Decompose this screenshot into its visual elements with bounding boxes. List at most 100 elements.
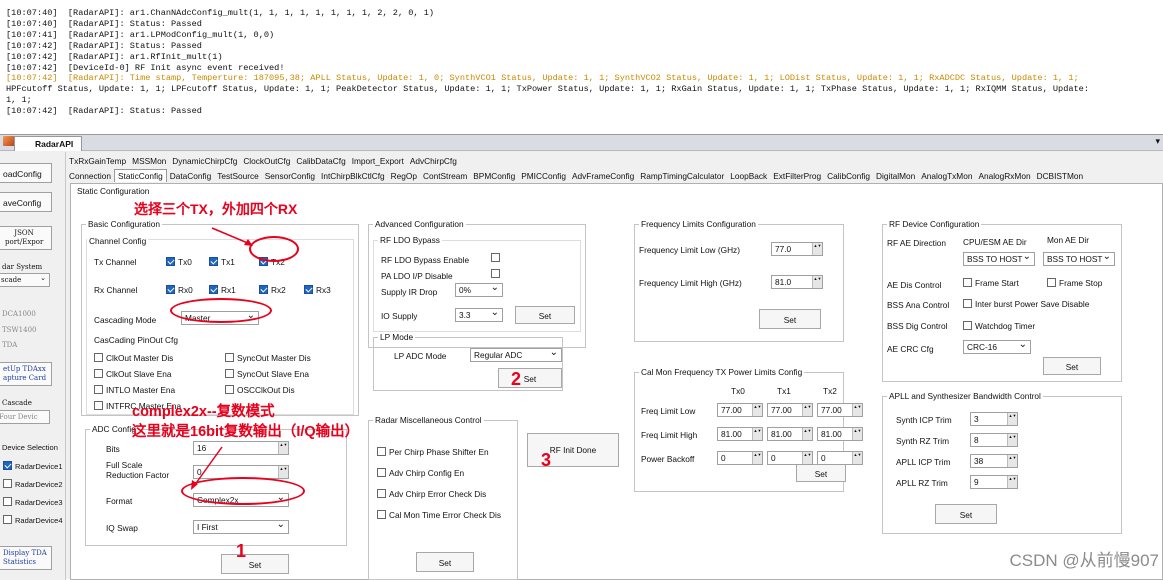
tab-import_export[interactable]: Import_Export [349,155,407,168]
tab-staticconfig[interactable]: StaticConfig [113,169,167,182]
pa-ldo-checkbox[interactable] [491,269,503,279]
tab-contstream[interactable]: ContStream [420,170,470,183]
rx0-checkbox[interactable]: Rx0 [166,285,193,295]
apll-input[interactable]: 8 [970,433,1018,447]
tab-radarapi[interactable]: RadarAPI [14,136,83,151]
rf-ldo-bypass-checkbox[interactable] [491,253,503,263]
device-checkbox-4[interactable]: RadarDevice4 [3,515,63,525]
load-config-button[interactable]: oadConfig [0,163,52,183]
tab-advchirpcfg[interactable]: AdvChirpCfg [407,155,460,168]
freq-set-button[interactable]: Set [759,309,821,329]
freq-low-input[interactable]: 77.0 [771,242,823,256]
tab-analogtxmon[interactable]: AnalogTxMon [918,170,975,183]
tab-txrxgaintemp[interactable]: TxRxGainTemp [66,155,129,168]
calmon-input[interactable]: 0 [717,451,763,465]
mon-ae-dir-select[interactable]: BSS TO HOST [1043,251,1115,266]
menu-arrow-icon[interactable]: ▾ [1155,136,1160,147]
bss-ana-label: BSS Ana Control [887,300,950,310]
json-import-export-button[interactable]: JSON port/Expor [0,226,52,250]
calmon-input[interactable]: 81.00 [817,427,863,441]
calmon-input[interactable]: 77.00 [767,403,813,417]
tab-extfilterprog[interactable]: ExtFilterProg [770,170,824,183]
misc-set-button[interactable]: Set [416,552,474,572]
calmon-input[interactable]: 77.00 [717,403,763,417]
tx0-checkbox[interactable]: Tx0 [166,257,192,267]
rfdev-set-button[interactable]: Set [1043,357,1101,375]
advanced-config-title: Advanced Configuration [373,219,466,229]
misc-checkbox-2[interactable]: Adv Chirp Error Check Dis [377,489,486,499]
tab-calibconfig[interactable]: CalibConfig [824,170,873,183]
tab-testsource[interactable]: TestSource [214,170,262,183]
apll-row-label: Synth RZ Trim [896,436,950,446]
log-text: 1, 1; [6,95,32,106]
advanced-set-button[interactable]: Set [515,306,575,324]
tab-clockoutcfg[interactable]: ClockOutCfg [240,155,293,168]
cascade-select[interactable]: scade ⌄ [0,273,50,287]
pa-ldo-disable-label: PA LDO I/P Disable [381,271,453,281]
interburst-checkbox[interactable]: Inter burst Power Save Disable [963,299,1089,309]
tab-dataconfig[interactable]: DataConfig [167,170,215,183]
setup-tda-button[interactable]: etUp TDAxx apture Card [0,362,52,386]
tab-ramptimingcalculator[interactable]: RampTimingCalculator [637,170,727,183]
tab-loopback[interactable]: LoopBack [727,170,770,183]
misc-checkbox-1[interactable]: Adv Chirp Config En [377,468,464,478]
tab-bpmconfig[interactable]: BPMConfig [470,170,518,183]
tab-digitalmon[interactable]: DigitalMon [873,170,918,183]
tab-connection[interactable]: Connection [66,170,114,183]
syncout-slave-ena-checkbox[interactable]: SyncOut Slave Ena [225,369,309,379]
apll-input[interactable]: 38 [970,454,1018,468]
device-checkbox-3[interactable]: RadarDevice3 [3,497,63,507]
apll-input[interactable]: 9 [970,475,1018,489]
watchdog-checkbox[interactable]: Watchdog Timer [963,321,1035,331]
rx1-checkbox[interactable]: Rx1 [209,285,236,295]
tx1-checkbox[interactable]: Tx1 [209,257,235,267]
ae-crc-select[interactable]: CRC-16 [963,339,1031,354]
tab-dcbistmon[interactable]: DCBISTMon [1034,170,1087,183]
tab-advframeconfig[interactable]: AdvFrameConfig [569,170,637,183]
cpu-ae-dir-select[interactable]: BSS TO HOST [963,251,1035,266]
tab-intchirpblkctlcfg[interactable]: IntChirpBlkCtlCfg [318,170,388,183]
misc-checkbox-3[interactable]: Cal Mon Time Error Check Dis [377,510,501,520]
calmon-input[interactable]: 0 [767,451,813,465]
tab-analogrxmon[interactable]: AnalogRxMon [975,170,1033,183]
intlo-master-ena-checkbox[interactable]: INTLO Master Ena [94,385,175,395]
tab-mssmon[interactable]: MSSMon [129,155,169,168]
tab-calibdatacfg[interactable]: CalibDataCfg [293,155,348,168]
bits-input[interactable]: 16 [193,441,289,455]
lp-adc-mode-select[interactable]: Regular ADC [470,347,562,362]
syncout-master-dis-checkbox[interactable]: SyncOut Master Dis [225,353,311,363]
calmon-input[interactable]: 81.00 [717,427,763,441]
freq-high-input[interactable]: 81.0 [771,275,823,289]
clkout-slave-ena-checkbox[interactable]: ClkOut Slave Ena [94,369,171,379]
frame-start-checkbox[interactable]: Frame Start [963,278,1019,288]
lp-set-button[interactable]: Set [498,368,562,388]
display-tda-button[interactable]: Display TDA Statistics [0,546,52,570]
four-device-select[interactable]: Four Devic [0,410,50,424]
calmon-input[interactable]: 81.00 [767,427,813,441]
calmon-input[interactable]: 0 [817,451,863,465]
tab-pmicconfig[interactable]: PMICConfig [518,170,569,183]
device-checkbox-1[interactable]: RadarDevice1 [3,461,63,471]
basic-set-button[interactable]: Set [221,554,289,574]
device-checkbox-2[interactable]: RadarDevice2 [3,479,63,489]
frame-stop-checkbox[interactable]: Frame Stop [1047,278,1102,288]
iq-swap-select[interactable]: I First [193,519,289,534]
rx2-checkbox[interactable]: Rx2 [259,285,286,295]
save-config-button[interactable]: aveConfig [0,192,52,212]
tab-dynamicchirpcfg[interactable]: DynamicChirpCfg [169,155,240,168]
rx3-checkbox[interactable]: Rx3 [304,285,331,295]
clkout-master-dis-checkbox[interactable]: ClkOut Master Dis [94,353,173,363]
supply-ir-select[interactable]: 0% [455,282,503,297]
tab-sensorconfig[interactable]: SensorConfig [262,170,318,183]
ae-dis-control-label: AE Dis Control [887,280,942,290]
misc-checkbox-0[interactable]: Per Chirp Phase Shifter En [377,447,489,457]
io-supply-select[interactable]: 3.3 [455,307,503,322]
tab-regop[interactable]: RegOp [388,170,420,183]
apll-set-button[interactable]: Set [935,504,997,524]
calmon-input[interactable]: 77.00 [817,403,863,417]
oscclkout-dis-checkbox[interactable]: OSCClkOut Dis [225,385,295,395]
dev-tda: TDA [2,341,18,349]
calmon-set-button[interactable]: Set [796,464,846,482]
apll-input[interactable]: 3 [970,412,1018,426]
misc-label: Adv Chirp Config En [389,468,465,478]
